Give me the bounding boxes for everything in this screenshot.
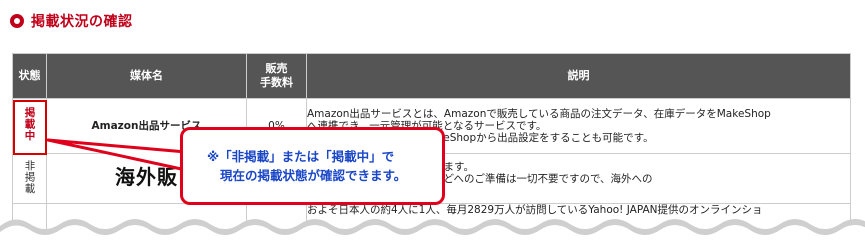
torn-edge — [0, 219, 865, 247]
status-highlight-box — [13, 100, 47, 155]
header-status: 状態 — [12, 53, 47, 99]
title-bullet-icon — [10, 14, 24, 28]
header-fee: 販売 手数料 — [246, 53, 307, 99]
description-line: Amazon出品サービスとは、Amazonで販売している商品の注文データ、在庫デ… — [307, 108, 771, 120]
header-media: 媒体名 — [46, 53, 247, 99]
table-header-row: 状態 媒体名 販売 手数料 説明 — [12, 53, 851, 99]
callout-line-2: 現在の掲載状態が確認できます。 — [220, 168, 407, 183]
callout-balloon: ※「非掲載」または「掲載中」で 現在の掲載状態が確認できます。 — [180, 127, 445, 205]
status-label: 非掲載 — [23, 159, 36, 195]
section-title-text: 掲載状況の確認 — [31, 14, 133, 30]
section-title: 掲載状況の確認 — [10, 7, 133, 35]
media-logo: 海外販 — [115, 164, 178, 189]
callout-line-1: ※「非掲載」または「掲載中」で — [207, 149, 395, 164]
header-description: 説明 — [306, 53, 851, 99]
status-cell: 非掲載 — [12, 153, 47, 204]
